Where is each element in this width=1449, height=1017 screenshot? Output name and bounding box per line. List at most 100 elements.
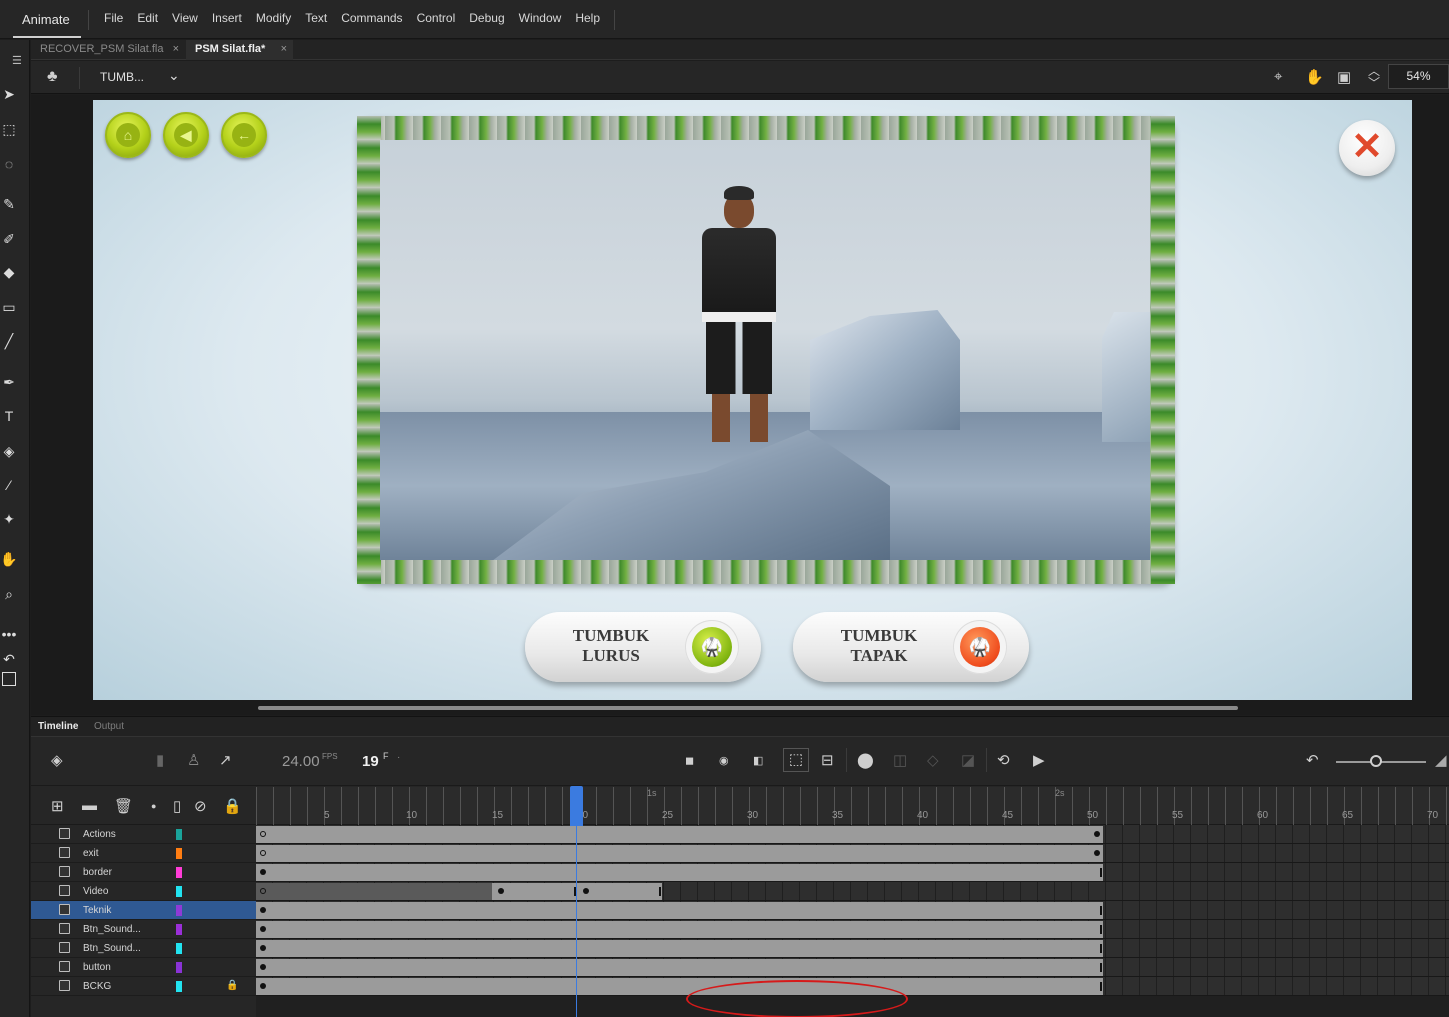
tumbuk-tapak-button[interactable]: TUMBUK TAPAK 🥋 bbox=[793, 612, 1029, 682]
brush-tool-icon[interactable]: ✐ bbox=[0, 230, 18, 248]
zoom-level-field[interactable]: 54% bbox=[1388, 64, 1449, 89]
layer-name[interactable]: Actions bbox=[83, 829, 116, 840]
frame-span[interactable] bbox=[256, 883, 492, 900]
layer-name[interactable]: Btn_Sound... bbox=[83, 924, 141, 935]
tab-timeline[interactable]: Timeline bbox=[38, 721, 78, 732]
eyedropper-tool-icon[interactable]: ⁄ bbox=[0, 476, 18, 494]
lock-icon[interactable]: 🔒 bbox=[226, 980, 238, 991]
frame-span[interactable] bbox=[256, 845, 1103, 862]
menu-file[interactable]: File bbox=[104, 11, 123, 25]
clip-content-icon[interactable]: ▣ bbox=[1337, 68, 1351, 86]
play-icon[interactable]: ▶ bbox=[1033, 752, 1045, 770]
menu-text[interactable]: Text bbox=[305, 11, 327, 25]
keyframe[interactable] bbox=[260, 926, 266, 932]
layer-name[interactable]: Video bbox=[83, 886, 108, 897]
new-layer-icon[interactable]: ⊞ bbox=[51, 797, 64, 815]
highlight-layers-icon[interactable]: ● bbox=[151, 801, 156, 811]
stroke-color-swatch[interactable] bbox=[2, 672, 16, 686]
layer-name[interactable]: BCKG bbox=[83, 981, 111, 992]
lock-layers-icon[interactable]: 🔒 bbox=[223, 797, 242, 815]
current-frame-value[interactable]: 19 bbox=[362, 753, 379, 770]
keyframe[interactable] bbox=[583, 888, 589, 894]
app-name[interactable]: Animate bbox=[22, 12, 70, 27]
frames-grid[interactable] bbox=[256, 825, 1449, 1017]
layer-color-swatch[interactable] bbox=[176, 867, 182, 878]
menu-modify[interactable]: Modify bbox=[256, 11, 291, 25]
layer-color-swatch[interactable] bbox=[176, 981, 182, 992]
center-stage-icon[interactable]: ⌖ bbox=[1274, 68, 1282, 85]
layer-name[interactable]: border bbox=[83, 867, 112, 878]
layer-color-swatch[interactable] bbox=[176, 829, 182, 840]
frame-span[interactable] bbox=[256, 959, 1103, 976]
stage-canvas[interactable]: ⌂ ◀ ← ✕ TUMBUK LURUS 🥋 TUMBUK TAPAK 🥋 bbox=[93, 100, 1412, 700]
tab-output[interactable]: Output bbox=[94, 721, 124, 732]
menu-debug[interactable]: Debug bbox=[469, 11, 504, 25]
layer-name[interactable]: Teknik bbox=[83, 905, 111, 916]
frame-row-teknik[interactable] bbox=[256, 901, 1449, 920]
frame-row-video[interactable] bbox=[256, 882, 1449, 901]
layer-row-btn-sound-1[interactable]: Btn_Sound... bbox=[31, 920, 256, 939]
symbol-clubs-icon[interactable]: ♣ bbox=[47, 68, 58, 86]
keyframe[interactable] bbox=[498, 888, 504, 894]
layer-row-video[interactable]: Video bbox=[31, 882, 256, 901]
frame-ruler[interactable]: 1s 2s 5 10 15 20 25 30 35 40 45 50 55 60… bbox=[256, 787, 1449, 825]
camera-icon[interactable]: ▮ bbox=[156, 752, 164, 770]
layer-row-bckg[interactable]: BCKG 🔒 bbox=[31, 977, 256, 996]
paint-bucket-tool-icon[interactable]: ◈ bbox=[0, 442, 18, 460]
tumbuk-lurus-button[interactable]: TUMBUK LURUS 🥋 bbox=[525, 612, 761, 682]
frame-row-actions[interactable] bbox=[256, 825, 1449, 844]
timeline-zoom-knob[interactable] bbox=[1370, 755, 1382, 767]
frame-row-exit[interactable] bbox=[256, 844, 1449, 863]
menu-insert[interactable]: Insert bbox=[212, 11, 242, 25]
keyframe-empty[interactable] bbox=[260, 888, 266, 894]
layer-depth-icon[interactable]: ↗ bbox=[219, 752, 232, 770]
fps-value[interactable]: 24.00 bbox=[282, 753, 320, 770]
back-button[interactable]: ← bbox=[221, 112, 267, 158]
layer-color-swatch[interactable] bbox=[176, 924, 182, 935]
chevron-down-icon[interactable]: ⌄ bbox=[168, 67, 180, 84]
frame-span[interactable] bbox=[256, 826, 1103, 843]
keyframe[interactable] bbox=[260, 945, 266, 951]
stage-horizontal-scrollbar[interactable] bbox=[258, 706, 1238, 710]
zoom-tool-icon[interactable]: ⌕ bbox=[0, 585, 18, 603]
playhead[interactable] bbox=[570, 786, 583, 826]
frame-row-btn-sound-2[interactable] bbox=[256, 939, 1449, 958]
more-tools-icon[interactable]: ••• bbox=[0, 625, 18, 643]
frame-span[interactable] bbox=[492, 883, 662, 900]
close-tab-icon[interactable]: × bbox=[173, 40, 179, 59]
pin-tool-icon[interactable]: ✦ bbox=[0, 510, 18, 528]
panel-menu-icon[interactable]: ☰ bbox=[12, 54, 22, 67]
clear-keyframe-icon[interactable]: ⊟ bbox=[821, 752, 834, 770]
frame-span[interactable] bbox=[256, 921, 1103, 938]
layer-color-swatch[interactable] bbox=[176, 905, 182, 916]
layer-name[interactable]: Btn_Sound... bbox=[83, 943, 141, 954]
rotate-stage-icon[interactable]: ✋ bbox=[1305, 68, 1324, 86]
frame-row-btn-sound-1[interactable] bbox=[256, 920, 1449, 939]
rectangle-tool-icon[interactable]: ▭ bbox=[0, 298, 18, 316]
line-tool-icon[interactable]: ╱ bbox=[0, 332, 18, 350]
paint-brush-tool-icon[interactable]: ✎ bbox=[0, 195, 18, 213]
insert-blank-keyframe-icon[interactable]: ◧ bbox=[753, 752, 763, 770]
undo-view-icon[interactable]: ↶ bbox=[1306, 752, 1319, 770]
keyframe[interactable] bbox=[260, 907, 266, 913]
frame-span[interactable] bbox=[256, 978, 1103, 995]
free-transform-tool-icon[interactable]: ⬚ bbox=[0, 120, 18, 138]
menu-control[interactable]: Control bbox=[417, 11, 456, 25]
layer-row-teknik[interactable]: Teknik bbox=[31, 901, 256, 920]
menu-commands[interactable]: Commands bbox=[341, 11, 402, 25]
frame-span[interactable] bbox=[256, 902, 1103, 919]
onion-markers-icon[interactable]: ◪ bbox=[961, 752, 975, 770]
keyframe-empty[interactable] bbox=[260, 850, 266, 856]
doc-tab-recover[interactable]: RECOVER_PSM Silat.fla × bbox=[31, 40, 185, 60]
outline-layers-icon[interactable]: ▯ bbox=[173, 797, 181, 815]
keyframe[interactable] bbox=[1094, 850, 1100, 856]
close-button[interactable]: ✕ bbox=[1339, 120, 1395, 176]
frame-row-button[interactable] bbox=[256, 958, 1449, 977]
sound-button[interactable]: ◀ bbox=[163, 112, 209, 158]
selection-tool-icon[interactable]: ➤ bbox=[0, 85, 18, 103]
keyframe[interactable] bbox=[260, 869, 266, 875]
layer-color-swatch[interactable] bbox=[176, 962, 182, 973]
keyframe[interactable] bbox=[1094, 831, 1100, 837]
lasso-tool-icon[interactable]: ◌ bbox=[0, 155, 18, 173]
hide-layers-icon[interactable]: ⊘ bbox=[194, 797, 207, 815]
